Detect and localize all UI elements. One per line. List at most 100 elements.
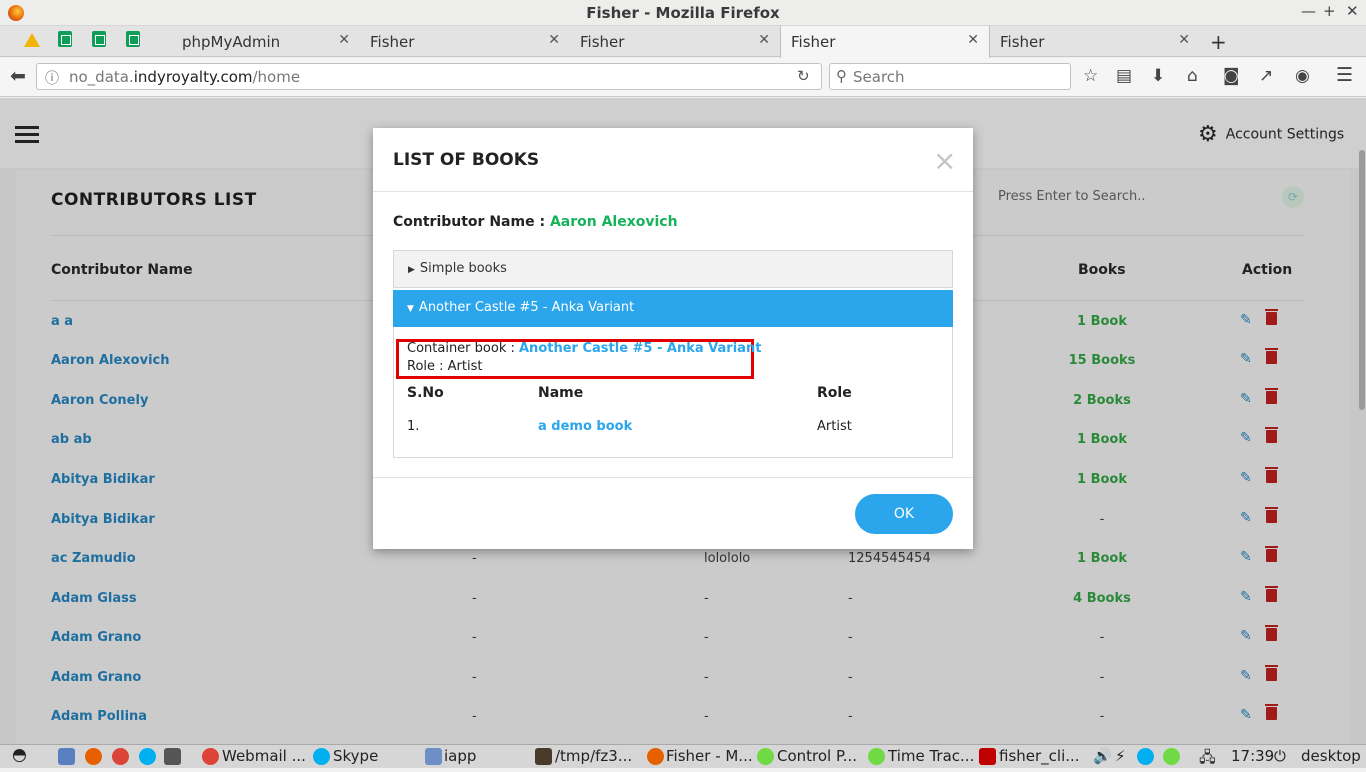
minimize-icon[interactable]: — (1301, 2, 1316, 20)
taskbar-item[interactable]: Control P... (777, 747, 857, 765)
pocket-icon[interactable]: ◙ (1223, 66, 1240, 86)
contributor-name-link[interactable]: Aaron Alexovich (51, 353, 170, 368)
reload-icon[interactable]: ↻ (797, 67, 810, 85)
trash-icon[interactable] (1265, 427, 1278, 443)
account-settings-button[interactable]: ⚙ Account Settings (1198, 122, 1344, 147)
edit-icon[interactable]: ✎ (1240, 510, 1252, 526)
hamburger-menu-icon[interactable] (15, 126, 39, 129)
trash-icon[interactable] (1265, 467, 1278, 483)
ok-button[interactable]: OK (855, 494, 953, 534)
tab-fisher-active[interactable]: Fisher ✕ (780, 26, 990, 58)
edit-icon[interactable]: ✎ (1240, 391, 1252, 407)
refresh-icon[interactable]: ⟳ (1282, 186, 1304, 208)
accordion-container-book[interactable]: ▼ Another Castle #5 - Anka Variant (393, 290, 953, 327)
tab-phpmyadmin[interactable]: phpMyAdmin ✕ (152, 26, 360, 57)
extension-icon[interactable]: ↗ (1259, 66, 1273, 86)
edit-icon[interactable]: ✎ (1240, 430, 1252, 446)
tab-close-icon[interactable]: ✕ (758, 32, 770, 48)
google-drive-tab-icon[interactable] (24, 33, 40, 47)
taskbar-item[interactable]: Skype (333, 747, 378, 765)
maximize-icon[interactable]: + (1323, 2, 1336, 20)
books-count-link[interactable]: 2 Books (1060, 393, 1144, 408)
books-count-link[interactable]: 1 Book (1060, 432, 1144, 447)
contributor-name-link[interactable]: a a (51, 314, 73, 329)
contributor-name-link[interactable]: Adam Pollina (51, 709, 147, 724)
trash-icon[interactable] (1265, 586, 1278, 602)
volume-icon[interactable]: 🔊 (1093, 747, 1112, 765)
edit-icon[interactable]: ✎ (1240, 351, 1252, 367)
trash-icon[interactable] (1265, 625, 1278, 641)
books-count-link[interactable]: 4 Books (1060, 591, 1144, 606)
edit-icon[interactable]: ✎ (1240, 549, 1252, 565)
taskbar-item[interactable]: Fisher - M... (666, 747, 753, 765)
trash-icon[interactable] (1265, 704, 1278, 720)
downloads-icon[interactable]: ⬇ (1151, 66, 1165, 86)
contributor-search-input[interactable]: Press Enter to Search.. (998, 189, 1145, 204)
edit-icon[interactable]: ✎ (1240, 628, 1252, 644)
tab-close-icon[interactable]: ✕ (967, 32, 979, 48)
new-tab-icon[interactable]: + (1210, 30, 1227, 61)
books-count-link[interactable]: 1 Book (1060, 472, 1144, 487)
accordion-simple-books[interactable]: ▶ Simple books (393, 250, 953, 288)
edit-icon[interactable]: ✎ (1240, 470, 1252, 486)
taskbar-item[interactable]: fisher_cli... (999, 747, 1080, 765)
bookmark-star-icon[interactable]: ☆ (1083, 66, 1098, 86)
clock[interactable]: 17:39 (1231, 747, 1274, 765)
contributor-name-link[interactable]: Aaron Conely (51, 393, 148, 408)
firefox-launcher-icon[interactable] (85, 748, 102, 765)
contributor-name-link[interactable]: Adam Grano (51, 630, 141, 645)
color-extension-icon[interactable]: ◉ (1295, 66, 1310, 86)
back-icon[interactable]: ⬅ (10, 65, 26, 87)
tab-close-icon[interactable]: ✕ (338, 32, 350, 48)
taskbar-item[interactable]: Time Trac... (888, 747, 974, 765)
tab-fisher[interactable]: Fisher ✕ (990, 26, 1200, 57)
trash-icon[interactable] (1265, 665, 1278, 681)
power-status-icon[interactable]: ⚡ (1115, 747, 1126, 765)
start-menu-icon[interactable]: ◓ (12, 745, 27, 765)
contributor-name-link[interactable]: ac Zamudio (51, 551, 136, 566)
contributor-name-link[interactable]: Adam Glass (51, 591, 137, 606)
skype-tray-icon[interactable] (1137, 748, 1154, 765)
home-icon[interactable]: ⌂ (1187, 66, 1198, 86)
scrollbar[interactable] (1359, 150, 1365, 410)
trash-icon[interactable] (1265, 507, 1278, 523)
power-icon[interactable]: ⏻ (1274, 747, 1286, 765)
books-count-link[interactable]: 1 Book (1060, 551, 1144, 566)
skype-launcher-icon[interactable] (139, 748, 156, 765)
menu-icon[interactable]: ☰ (1336, 64, 1353, 86)
browser-search-input[interactable]: ⚲ Search (829, 63, 1071, 90)
contributor-name-link[interactable]: ab ab (51, 432, 92, 447)
book-link[interactable]: a demo book (538, 419, 632, 434)
contributor-name-link[interactable]: Abitya Bidikar (51, 472, 155, 487)
contributor-name-link[interactable]: Abitya Bidikar (51, 512, 155, 527)
taskbar-item[interactable]: iapp (444, 747, 476, 765)
sheets-tab-icon[interactable] (126, 31, 140, 47)
taskbar-item[interactable]: Webmail ... (222, 747, 306, 765)
books-count-link[interactable]: 1 Book (1060, 314, 1144, 329)
edit-icon[interactable]: ✎ (1240, 707, 1252, 723)
trash-icon[interactable] (1265, 348, 1278, 364)
sheets-tab-icon[interactable] (58, 31, 72, 47)
edit-icon[interactable]: ✎ (1240, 589, 1252, 605)
close-icon[interactable]: × (933, 144, 956, 177)
edit-icon[interactable]: ✎ (1240, 668, 1252, 684)
container-book-link[interactable]: Another Castle #5 - Anka Variant (519, 341, 761, 356)
chrome-launcher-icon[interactable] (112, 748, 129, 765)
books-count-link[interactable]: 15 Books (1060, 353, 1144, 368)
close-window-icon[interactable]: ✕ (1346, 2, 1359, 20)
address-bar[interactable]: ⓘ no_data.indyroyalty.com/home ↻ (36, 63, 822, 90)
network-icon[interactable]: 🖧 (1199, 747, 1216, 772)
tab-close-icon[interactable]: ✕ (548, 32, 560, 48)
sheets-tab-icon[interactable] (92, 31, 106, 47)
trash-icon[interactable] (1265, 388, 1278, 404)
tab-fisher[interactable]: Fisher ✕ (570, 26, 780, 57)
taskbar-item[interactable]: /tmp/fz3... (555, 747, 632, 765)
upwork-tray-icon[interactable] (1163, 748, 1180, 765)
contributor-name-link[interactable]: Adam Grano (51, 670, 141, 685)
desktop-switcher[interactable]: desktop 1 (1301, 747, 1366, 765)
edit-icon[interactable]: ✎ (1240, 312, 1252, 328)
reading-list-icon[interactable]: ▤ (1116, 66, 1132, 86)
tab-close-icon[interactable]: ✕ (1178, 32, 1190, 48)
terminal-launcher-icon[interactable] (164, 748, 181, 765)
files-icon[interactable] (58, 748, 75, 765)
